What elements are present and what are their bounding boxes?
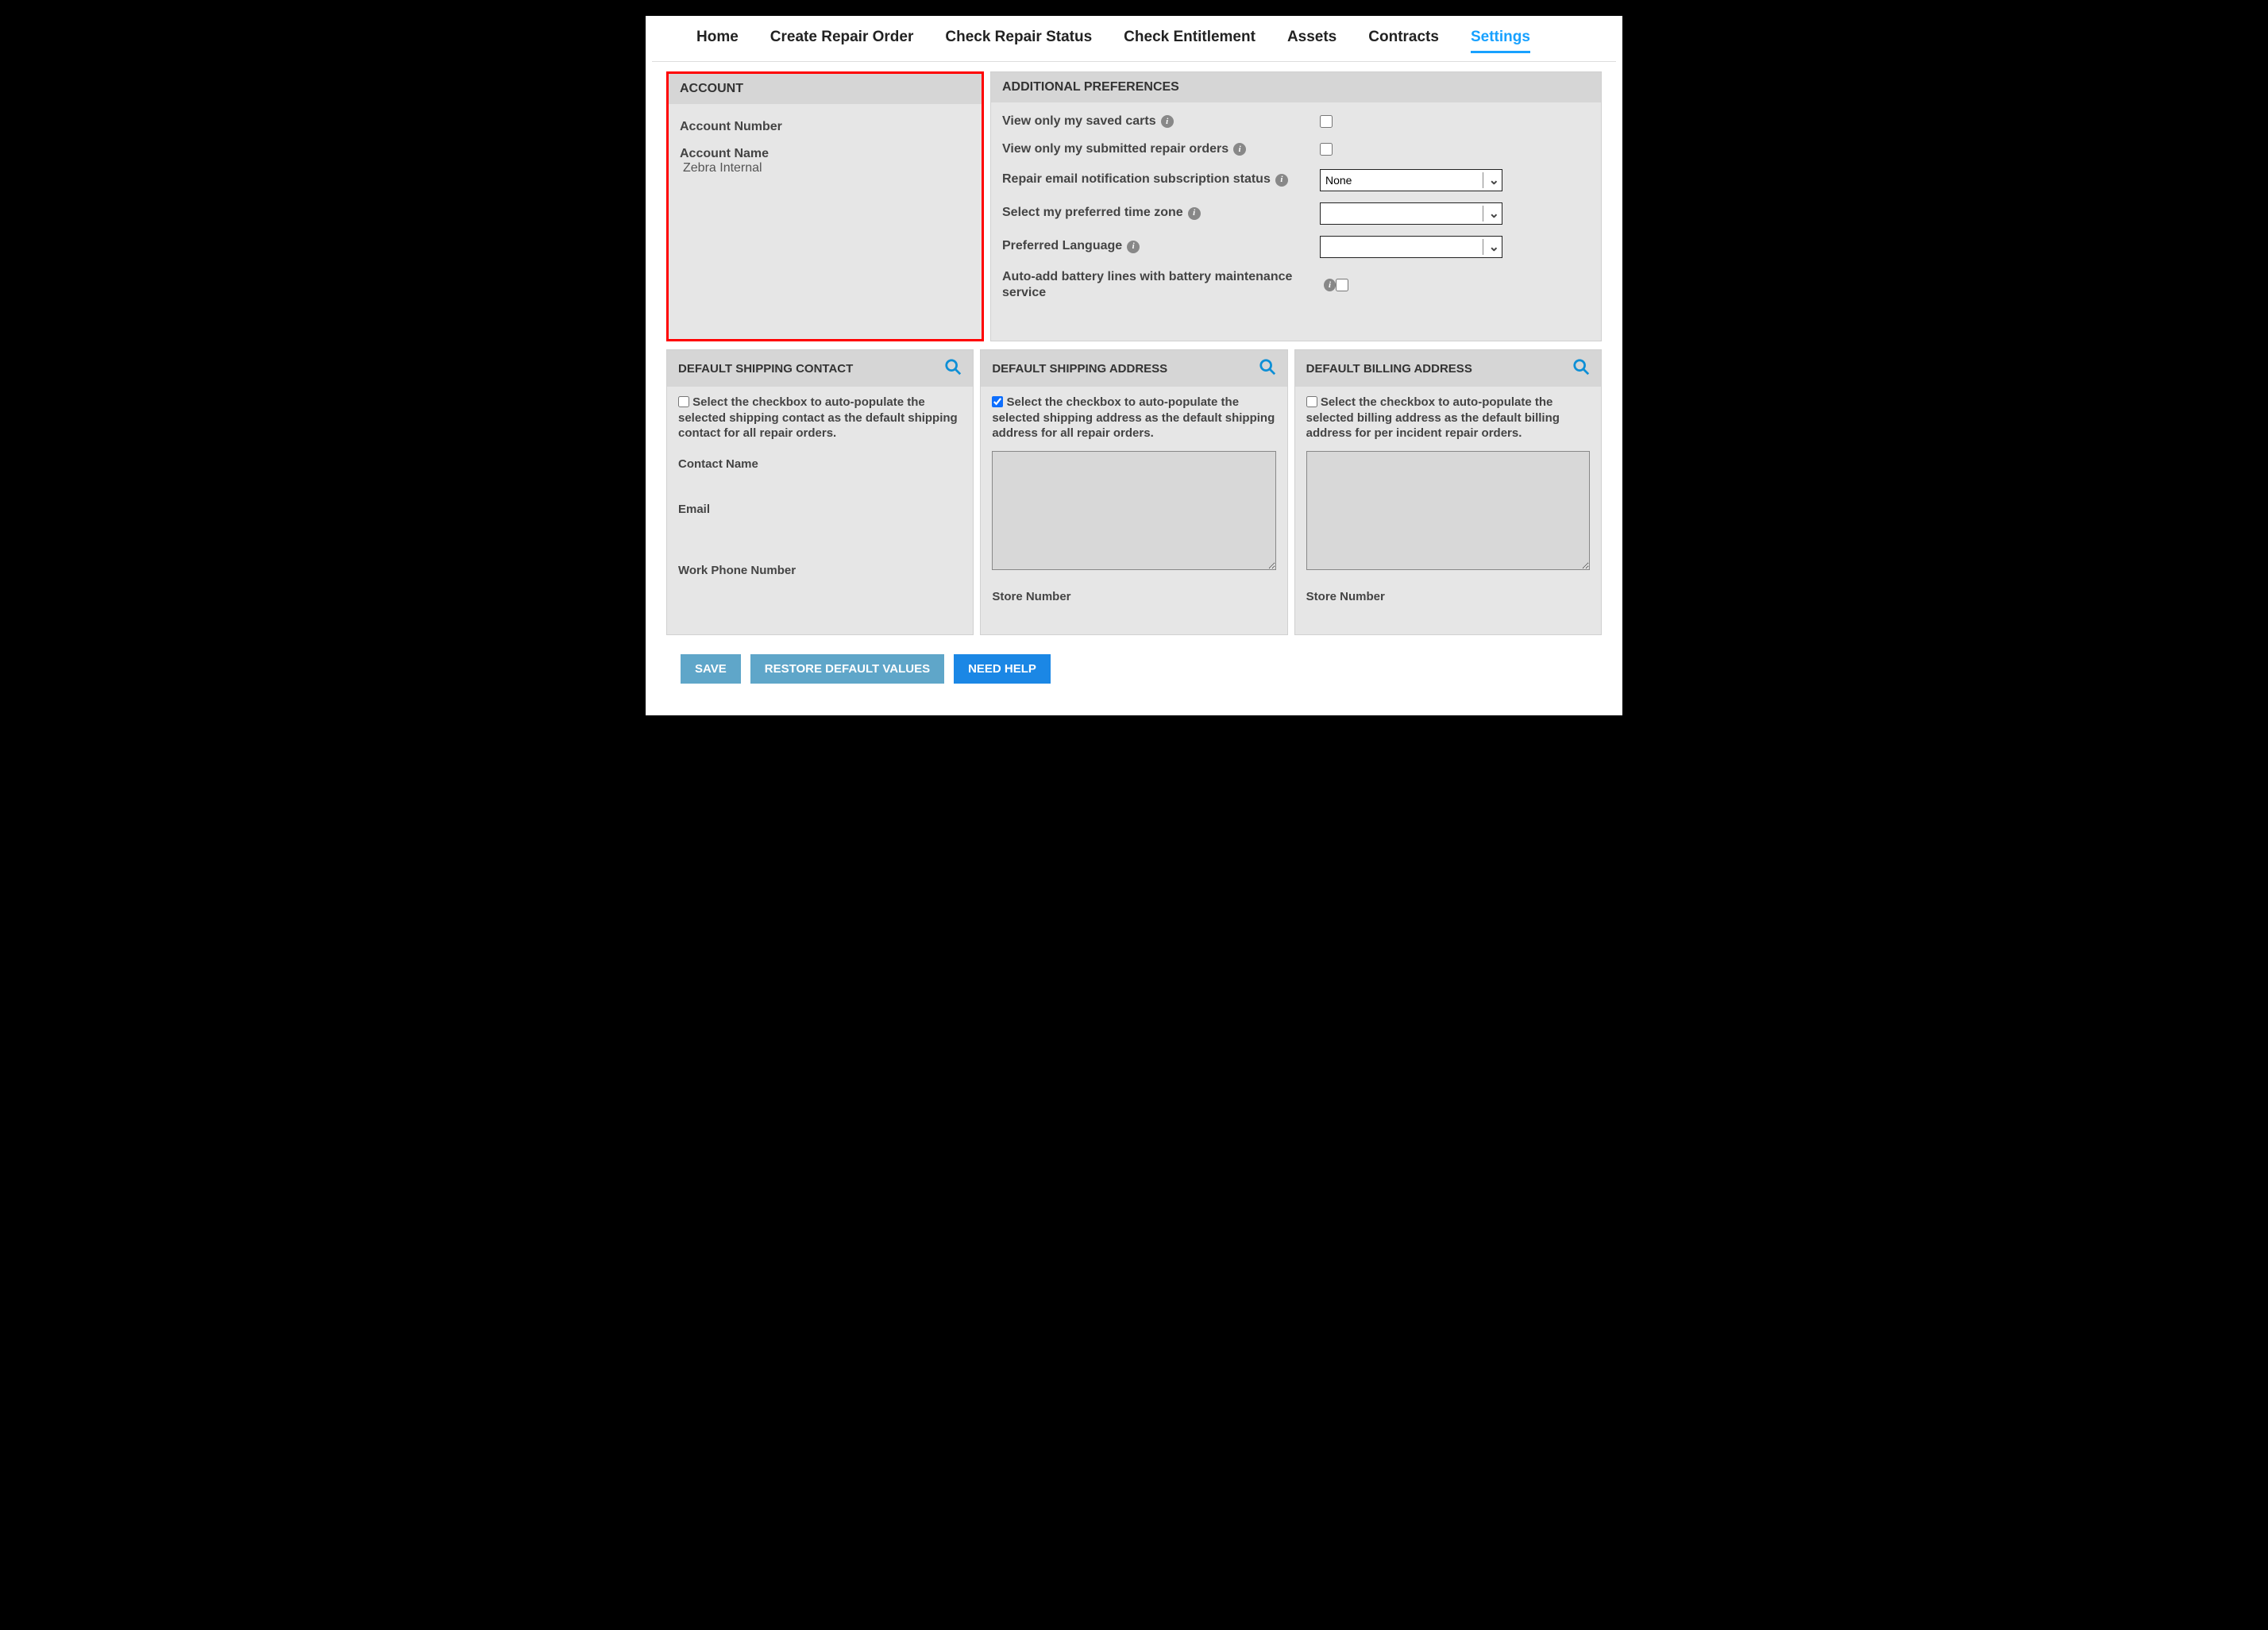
info-icon[interactable]: i [1324,279,1336,291]
account-name-value: Zebra Internal [683,161,970,175]
nav-check-status[interactable]: Check Repair Status [945,29,1092,53]
preferences-panel: ADDITIONAL PREFERENCES View only my save… [990,71,1602,341]
billing-address-textarea[interactable] [1306,451,1590,570]
pref-email-sub-label: Repair email notification subscription s… [1002,171,1271,188]
account-name-label: Account Name [680,147,970,161]
info-icon[interactable]: i [1275,174,1288,187]
main-nav: Home Create Repair Order Check Repair St… [652,22,1616,62]
pref-view-orders-checkbox[interactable] [1320,143,1333,156]
shipping-store-label: Store Number [992,590,1275,603]
account-header: ACCOUNT [669,74,982,104]
shipping-address-panel: DEFAULT SHIPPING ADDRESS Select the chec… [980,349,1287,635]
account-number-label: Account Number [680,120,970,134]
nav-home[interactable]: Home [696,29,739,53]
shipping-contact-header: DEFAULT SHIPPING CONTACT [678,362,853,376]
billing-address-panel: DEFAULT BILLING ADDRESS Select the check… [1294,349,1602,635]
info-icon[interactable]: i [1233,143,1246,156]
nav-check-entitlement[interactable]: Check Entitlement [1124,29,1256,53]
shipping-contact-auto-checkbox[interactable] [678,396,689,407]
nav-contracts[interactable]: Contracts [1368,29,1439,53]
info-icon[interactable]: i [1188,207,1201,220]
pref-email-sub-select[interactable] [1320,169,1502,191]
need-help-button[interactable]: NEED HELP [954,654,1051,684]
nav-create-repair[interactable]: Create Repair Order [770,29,914,53]
search-icon[interactable] [944,358,962,379]
nav-settings[interactable]: Settings [1471,29,1530,53]
content-area: ACCOUNT Account Number Account Name Zebr… [652,62,1616,684]
billing-store-label: Store Number [1306,590,1590,603]
shipping-address-auto-text: Select the checkbox to auto-populate the… [992,395,1275,440]
search-icon[interactable] [1259,358,1276,379]
nav-assets[interactable]: Assets [1287,29,1336,53]
account-panel: ACCOUNT Account Number Account Name Zebr… [666,71,984,341]
preferences-header: ADDITIONAL PREFERENCES [991,72,1601,102]
search-icon[interactable] [1572,358,1590,379]
app-window: Home Create Repair Order Check Repair St… [646,16,1622,715]
shipping-address-auto-checkbox[interactable] [992,396,1003,407]
pref-view-orders-label: View only my submitted repair orders [1002,141,1228,158]
shipping-address-textarea[interactable] [992,451,1275,570]
shipping-contact-auto-text: Select the checkbox to auto-populate the… [678,395,958,440]
info-icon[interactable]: i [1127,241,1140,253]
work-phone-label: Work Phone Number [678,564,962,577]
pref-auto-battery-label: Auto-add battery lines with battery main… [1002,269,1319,302]
pref-language-label: Preferred Language [1002,238,1122,255]
contact-name-label: Contact Name [678,457,962,471]
save-button[interactable]: SAVE [681,654,741,684]
info-icon[interactable]: i [1161,115,1174,128]
shipping-contact-panel: DEFAULT SHIPPING CONTACT Select the chec… [666,349,974,635]
pref-timezone-select[interactable] [1320,202,1502,225]
pref-timezone-label: Select my preferred time zone [1002,205,1183,222]
billing-address-auto-text: Select the checkbox to auto-populate the… [1306,395,1560,440]
pref-auto-battery-checkbox[interactable] [1336,279,1348,291]
billing-address-auto-checkbox[interactable] [1306,396,1317,407]
pref-view-carts-checkbox[interactable] [1320,115,1333,128]
email-label: Email [678,503,962,516]
pref-language-select[interactable] [1320,236,1502,258]
billing-address-header: DEFAULT BILLING ADDRESS [1306,362,1472,376]
restore-defaults-button[interactable]: RESTORE DEFAULT VALUES [750,654,944,684]
pref-view-carts-label: View only my saved carts [1002,114,1156,130]
shipping-address-header: DEFAULT SHIPPING ADDRESS [992,362,1167,376]
